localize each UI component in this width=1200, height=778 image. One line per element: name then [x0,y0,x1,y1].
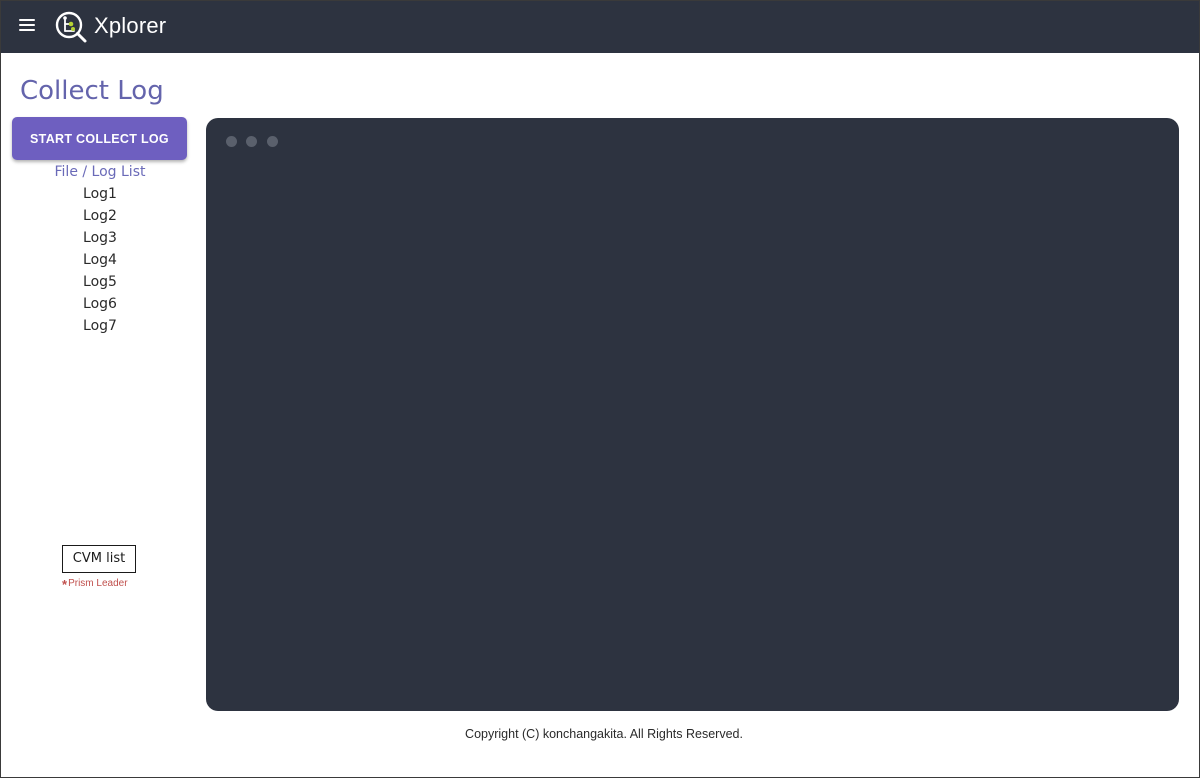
cvm-list-button[interactable]: CVM list [62,545,136,573]
prism-leader-asterisk: * [62,577,68,592]
window-dot-icon [246,136,257,147]
log-list: Log1 Log2 Log3 Log4 Log5 Log6 Log7 [1,183,199,337]
prism-leader-label: Prism Leader [68,578,128,589]
xplorer-magnifier-logo-icon [55,11,87,43]
footer-copyright: Copyright (C) konchangakita. All Rights … [465,727,743,741]
log-sidebar: File / Log List Log1 Log2 Log3 Log4 Log5… [1,161,199,337]
log-list-item[interactable]: Log5 [1,271,199,293]
page-title: Collect Log [20,76,164,106]
log-list-item[interactable]: Log3 [1,227,199,249]
log-list-item[interactable]: Log1 [1,183,199,205]
app-window: Xplorer Collect Log START COLLECT LOG Fi… [0,0,1200,778]
app-brand-title: Xplorer [94,13,167,38]
log-list-item[interactable]: Log2 [1,205,199,227]
file-log-list-heading: File / Log List [54,164,146,180]
log-list-item[interactable]: Log6 [1,293,199,315]
menu-line [19,19,35,21]
window-dot-icon [267,136,278,147]
window-dot-icon [226,136,237,147]
log-list-item[interactable]: Log7 [1,315,199,337]
terminal-window[interactable] [206,118,1179,711]
prism-leader-note: *Prism Leader [62,576,128,592]
log-list-item[interactable]: Log4 [1,249,199,271]
menu-line [19,24,35,26]
menu-line [19,29,35,31]
top-app-bar: Xplorer [1,1,1199,53]
start-collect-log-button[interactable]: START COLLECT LOG [12,117,187,160]
hamburger-menu-icon[interactable] [19,18,35,32]
